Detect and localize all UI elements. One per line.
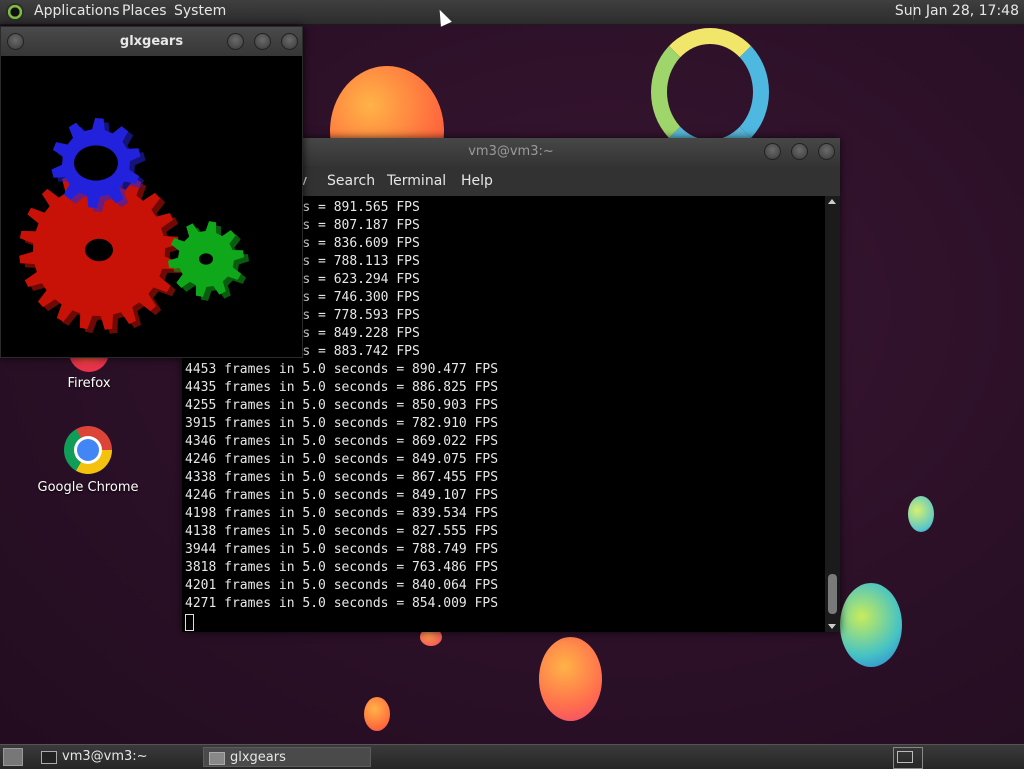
terminal-line: 4255 frames in 5.0 seconds = 850.903 FPS xyxy=(185,398,499,413)
menu-applications[interactable]: Applications xyxy=(34,3,120,19)
distro-logo-icon[interactable] xyxy=(6,3,24,21)
terminal-line: 4246 frames in 5.0 seconds = 849.107 FPS xyxy=(185,488,499,503)
minimize-button[interactable] xyxy=(764,143,781,160)
panel-clock[interactable]: Sun Jan 28, 17:48 xyxy=(895,3,1019,19)
wallpaper-bubble xyxy=(539,637,602,721)
minimize-button[interactable] xyxy=(227,33,244,50)
window-icon xyxy=(209,752,225,765)
desktop-icon-label: Google Chrome xyxy=(37,480,139,495)
wallpaper-bubble xyxy=(364,697,390,731)
terminal-line: 4246 frames in 5.0 seconds = 849.075 FPS xyxy=(185,452,499,467)
terminal-line: 4201 frames in 5.0 seconds = 840.064 FPS xyxy=(185,578,499,593)
bottom-panel: vm3@vm3:~ glxgears xyxy=(0,744,1024,769)
scroll-down-icon[interactable] xyxy=(828,624,836,629)
scroll-up-icon[interactable] xyxy=(828,199,836,204)
terminal-line: 3944 frames in 5.0 seconds = 788.749 FPS xyxy=(185,542,499,557)
terminal-line: 4271 frames in 5.0 seconds = 854.009 FPS xyxy=(185,596,499,611)
close-button[interactable] xyxy=(818,143,835,160)
maximize-button[interactable] xyxy=(791,143,808,160)
terminal-cursor xyxy=(185,614,194,631)
top-panel: Applications Places System Sun Jan 28, 1… xyxy=(0,0,1024,25)
gear-green xyxy=(168,221,249,301)
terminal-line: 4198 frames in 5.0 seconds = 839.534 FPS xyxy=(185,506,499,521)
close-button[interactable] xyxy=(281,33,298,50)
terminal-icon xyxy=(41,751,57,764)
terminal-line: 3818 frames in 5.0 seconds = 763.486 FPS xyxy=(185,560,499,575)
terminal-line: 4435 frames in 5.0 seconds = 886.825 FPS xyxy=(185,380,499,395)
terminal-line: 4338 frames in 5.0 seconds = 867.455 FPS xyxy=(185,470,499,485)
desktop-icon-chrome[interactable]: Google Chrome xyxy=(28,426,148,495)
wallpaper-ring xyxy=(651,28,769,156)
terminal-line: 4346 frames in 5.0 seconds = 869.022 FPS xyxy=(185,434,499,449)
wallpaper-bubble xyxy=(908,496,934,532)
menu-search[interactable]: Search xyxy=(327,173,375,189)
task-glxgears[interactable]: glxgears xyxy=(203,747,371,767)
terminal-line: 4453 frames in 5.0 seconds = 890.477 FPS xyxy=(185,362,499,377)
menu-help[interactable]: Help xyxy=(461,173,493,189)
wallpaper-bubble xyxy=(840,583,902,667)
menu-places[interactable]: Places xyxy=(122,3,167,19)
glxgears-titlebar[interactable]: glxgears xyxy=(1,27,302,56)
workspace-1[interactable] xyxy=(897,751,913,763)
menu-terminal[interactable]: Terminal xyxy=(387,173,446,189)
terminal-line: 3915 frames in 5.0 seconds = 782.910 FPS xyxy=(185,416,499,431)
menu-system[interactable]: System xyxy=(174,3,226,19)
maximize-button[interactable] xyxy=(254,33,271,50)
scroll-thumb[interactable] xyxy=(828,574,837,614)
show-desktop-icon[interactable] xyxy=(3,748,23,766)
task-terminal[interactable]: vm3@vm3:~ xyxy=(36,747,196,767)
workspace-switcher-icon[interactable] xyxy=(893,747,923,769)
task-label: vm3@vm3:~ xyxy=(62,749,148,764)
gear-blue-hole xyxy=(74,145,118,181)
gear-red-hole xyxy=(85,238,113,262)
glxgears-canvas xyxy=(1,56,302,357)
chrome-icon xyxy=(64,426,112,474)
desktop-icon-label: Firefox xyxy=(67,376,111,391)
gear-green-hole xyxy=(199,253,213,265)
terminal-scrollbar[interactable] xyxy=(825,196,840,632)
task-label: glxgears xyxy=(230,750,286,765)
terminal-line: 4138 frames in 5.0 seconds = 827.555 FPS xyxy=(185,524,499,539)
glxgears-window[interactable]: glxgears xyxy=(0,26,303,358)
